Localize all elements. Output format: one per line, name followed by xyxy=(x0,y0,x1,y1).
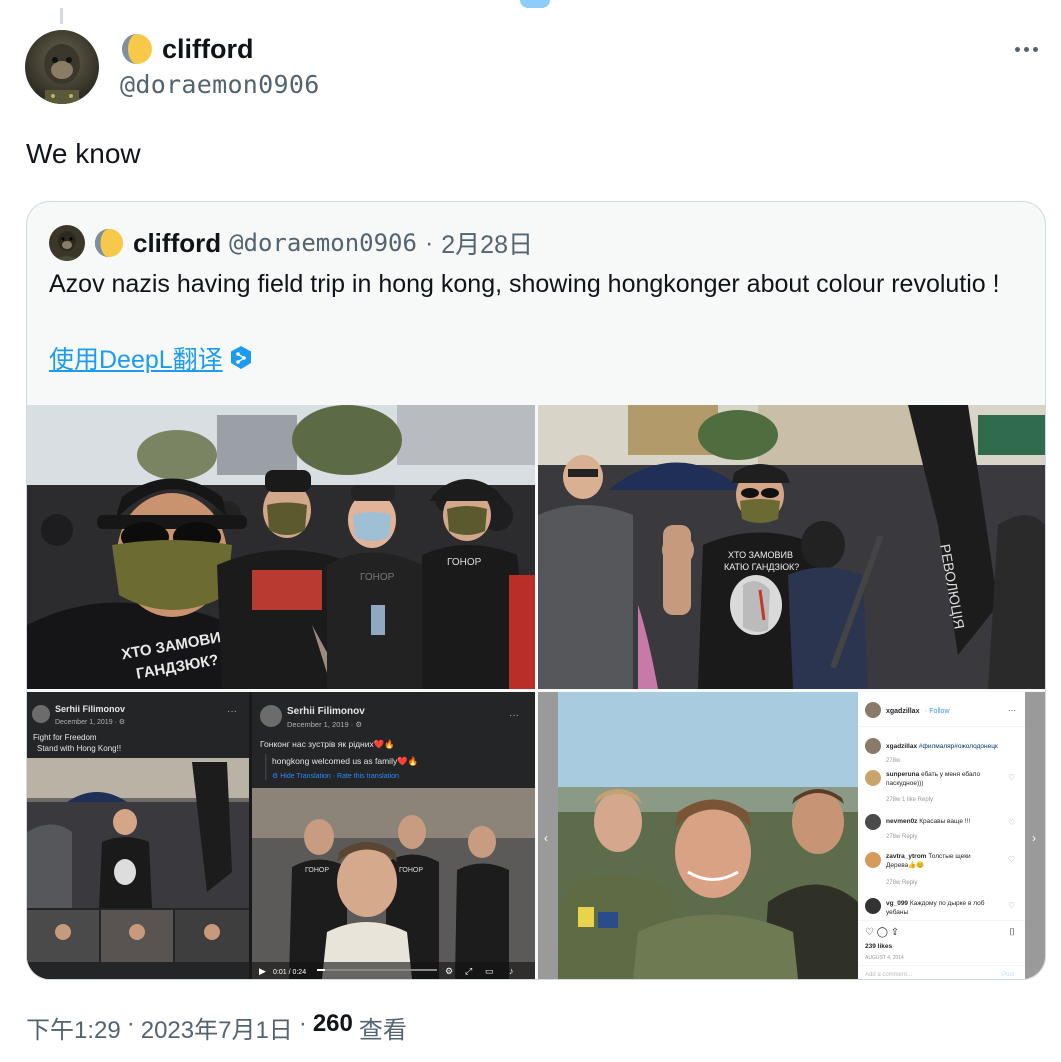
more-dot xyxy=(1032,46,1038,52)
svg-text:♪: ♪ xyxy=(509,966,514,976)
svg-text:⤢: ⤢ xyxy=(464,966,472,976)
svg-text:sunperuna ебать у меня ебало: sunperuna ебать у меня ебало xyxy=(886,770,980,778)
svg-text:♡: ♡ xyxy=(1008,855,1015,864)
translate-label: 使用DeepL翻译 xyxy=(49,346,223,374)
svg-text:0:01 / 0:24: 0:01 / 0:24 xyxy=(273,969,306,976)
svg-text:ГОНОР: ГОНОР xyxy=(305,867,329,874)
footer-separator: · xyxy=(126,1010,135,1037)
quote-author-handle: @doraemon0906 xyxy=(229,229,417,257)
svg-text:⚙ Hide Translation · Rate thi: ⚙ Hide Translation · Rate this translati… xyxy=(272,772,399,780)
svg-text:278w Reply: 278w Reply xyxy=(886,834,917,840)
svg-text:▶: ▶ xyxy=(259,966,266,976)
thread-connector-line xyxy=(60,8,63,24)
svg-text:278w: 278w xyxy=(886,758,901,764)
svg-text:♡: ♡ xyxy=(1008,901,1015,910)
svg-text:Stand with Hong Kong!!: Stand with Hong Kong!! xyxy=(37,744,121,753)
author-handle[interactable]: @doraemon0906 xyxy=(120,70,320,99)
svg-text:278w Reply: 278w Reply xyxy=(886,880,917,886)
svg-text:ГОНОР: ГОНОР xyxy=(447,557,482,568)
svg-text:ГОНОР: ГОНОР xyxy=(399,867,423,874)
views-count: 260 xyxy=(312,1010,353,1037)
quote-tweet-card[interactable]: clifford @doraemon0906 · 2月28日 Azov nazi… xyxy=(26,201,1046,980)
quote-header: clifford @doraemon0906 · 2月28日 xyxy=(49,224,533,262)
quote-date[interactable]: 2月28日 xyxy=(441,225,533,261)
media-photo-3[interactable]: Serhii Filimonov December 1, 2019 · ⚙ ··… xyxy=(27,692,535,979)
author-avatar[interactable] xyxy=(25,30,99,104)
footer-separator-2: · xyxy=(298,1010,307,1037)
deepl-icon xyxy=(230,346,251,369)
svg-text:···: ··· xyxy=(1008,706,1016,715)
svg-text:···: ··· xyxy=(509,710,519,721)
media-photo-4[interactable]: ‹ › xgadzillax · Follow ··· xgadzillax #… xyxy=(538,692,1045,979)
svg-text:уебаны: уебаны xyxy=(886,908,908,916)
svg-text:ХТО ЗАМОВИВ: ХТО ЗАМОВИВ xyxy=(728,550,793,560)
svg-text:vg_099 Каждому по дырке в лоб: vg_099 Каждому по дырке в лоб xyxy=(886,899,985,907)
more-horizontal-icon xyxy=(1014,46,1020,52)
svg-text:Дерева👍😊: Дерева👍😊 xyxy=(886,861,924,869)
svg-text:zavtra_ytrom Толстые щеки: zavtra_ytrom Толстые щеки xyxy=(886,853,971,860)
tweet-time[interactable]: 下午1:29 xyxy=(26,1010,121,1045)
svg-text:Гонконг нас зустрів як рідних❤: Гонконг нас зустрів як рідних❤️🔥 xyxy=(260,739,395,749)
top-indicator xyxy=(520,0,550,8)
svg-text:AUGUST 4, 2014: AUGUST 4, 2014 xyxy=(865,955,904,961)
svg-text:♡ ◯ ⇪: ♡ ◯ ⇪ xyxy=(865,927,899,938)
svg-text:⚙: ⚙ xyxy=(445,966,453,976)
svg-text:nevmen0z Красавы ваще !!!: nevmen0z Красавы ваще !!! xyxy=(886,818,970,825)
quote-author-avatar[interactable] xyxy=(49,225,85,261)
svg-text:239 likes: 239 likes xyxy=(865,943,892,950)
svg-text:December 1, 2019 · ⚙: December 1, 2019 · ⚙ xyxy=(55,718,125,726)
views-label: 查看 xyxy=(358,1017,407,1044)
more-dot xyxy=(1023,46,1029,52)
svg-text:Post: Post xyxy=(1002,972,1014,978)
svg-text:КАТЮ ГАНДЗЮК?: КАТЮ ГАНДЗЮК? xyxy=(724,562,799,572)
translate-with-deepl-link[interactable]: 使用DeepL翻译 xyxy=(49,340,253,376)
svg-text:♡: ♡ xyxy=(1008,818,1015,827)
svg-text:‹: ‹ xyxy=(544,831,548,845)
tweet-text: We know xyxy=(26,138,141,169)
moon-emoji-icon xyxy=(122,34,152,64)
quote-author-name: clifford xyxy=(133,227,222,258)
svg-text:▭: ▭ xyxy=(485,966,494,976)
svg-text:xgadzillax: xgadzillax xyxy=(886,708,920,715)
svg-text:December 1, 2019 · ⚙: December 1, 2019 · ⚙ xyxy=(287,720,362,729)
author-display-name[interactable]: clifford xyxy=(162,34,254,65)
tweet-footer: 下午1:29 · 2023年7月1日 · 260 查看 xyxy=(26,1010,407,1045)
quote-text: Azov nazis having field trip in hong kon… xyxy=(49,270,1000,298)
svg-text:Fight for Freedom: Fight for Freedom xyxy=(33,733,97,742)
svg-text:hongkong welcomed us as family: hongkong welcomed us as family❤️🔥 xyxy=(272,756,418,766)
media-grid: ХТО ЗАМОВИВ ГАНДЗЮК? ГОНОР ГОНОР ХТО ЗАМ… xyxy=(27,405,1045,979)
svg-text:···: ··· xyxy=(227,706,237,717)
svg-text:· Follow: · Follow xyxy=(925,708,950,715)
svg-text:Serhii Filimonov: Serhii Filimonov xyxy=(287,706,365,717)
svg-text:♡: ♡ xyxy=(1008,773,1015,782)
media-photo-2[interactable]: ХТО ЗАМОВИВ КАТЮ ГАНДЗЮК? РЕВОЛЮЦІЯ xyxy=(538,405,1045,689)
moon-emoji-icon xyxy=(94,228,124,258)
svg-text:xgadzillax #филмаляр#ожолодоне: xgadzillax #филмаляр#ожолодонецк xyxy=(886,743,998,750)
tweet-date[interactable]: 2023年7月1日 xyxy=(141,1010,293,1045)
svg-text:ГОНОР: ГОНОР xyxy=(360,572,395,583)
author-name-row: clifford xyxy=(120,32,254,66)
svg-text:Add a comment...: Add a comment... xyxy=(865,972,912,978)
svg-text:›: › xyxy=(1032,831,1036,845)
svg-text:⌷: ⌷ xyxy=(1009,927,1015,938)
more-options-button[interactable] xyxy=(1011,34,1041,64)
media-photo-1[interactable]: ХТО ЗАМОВИВ ГАНДЗЮК? ГОНОР ГОНОР xyxy=(27,405,535,689)
svg-text:паскудное))): паскудное))) xyxy=(886,780,923,787)
fb-left-name: Serhii Filimonov xyxy=(55,704,125,714)
svg-text:278w 1 like Reply: 278w 1 like Reply xyxy=(886,797,933,803)
quote-separator: · xyxy=(424,228,434,257)
